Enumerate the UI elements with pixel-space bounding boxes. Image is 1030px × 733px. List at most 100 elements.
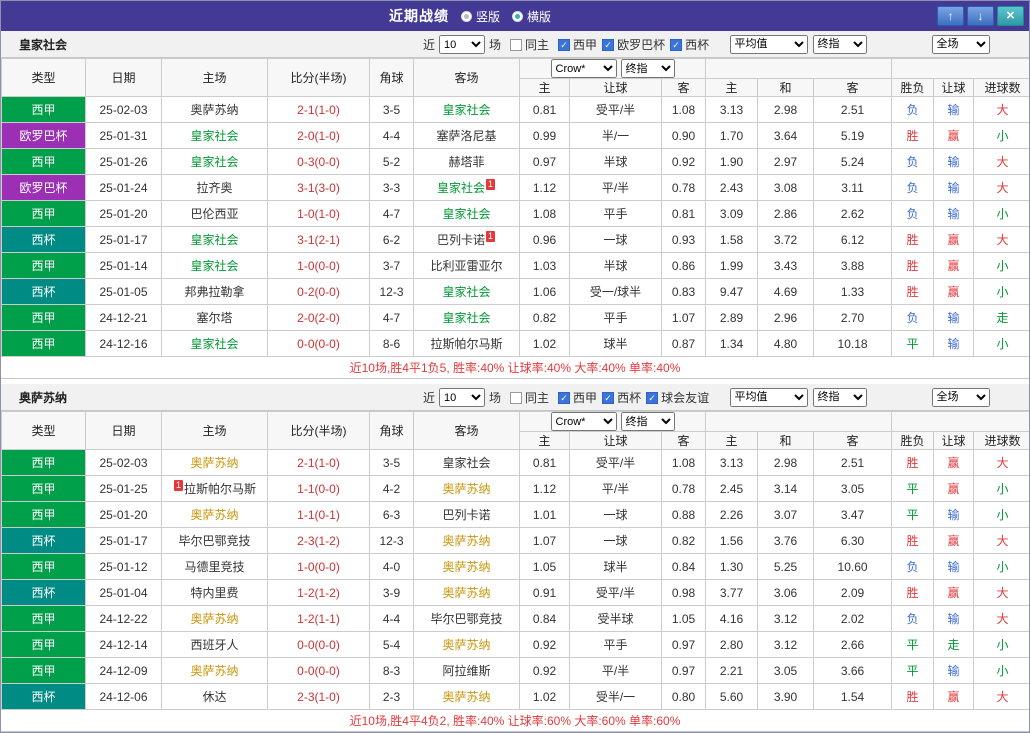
avg-away-cell: 5.24 xyxy=(813,148,893,175)
league-badge: 西甲 xyxy=(1,330,86,357)
score-cell: 3-1(3-0) xyxy=(267,174,370,201)
home-team-cell: 奥萨苏纳 xyxy=(161,605,268,632)
provider-final-select[interactable]: 终指 xyxy=(620,59,675,78)
away-team-cell: 皇家社会 xyxy=(413,96,520,123)
col-type: 类型 xyxy=(1,58,86,97)
home-team-cell: 邦弗拉勒拿 xyxy=(161,278,268,305)
view-option-vertical[interactable]: 竖版 xyxy=(460,8,500,25)
away-team-cell: 塞萨洛尼基 xyxy=(413,122,520,149)
col-date: 日期 xyxy=(85,411,162,450)
league-badge: 西甲 xyxy=(1,475,86,502)
avg-draw-cell: 4.69 xyxy=(757,278,815,305)
home-team-cell: 奥萨苏纳 xyxy=(161,657,268,684)
same-home-filter[interactable]: 同主 xyxy=(510,389,549,406)
league-filter[interactable]: ✓ 西杯 xyxy=(602,389,641,406)
outcome-cell: 胜 xyxy=(891,683,935,710)
view-option-horizontal[interactable]: 横版 xyxy=(512,8,551,25)
date-cell: 24-12-22 xyxy=(85,605,162,632)
checkbox-unchecked-icon xyxy=(510,391,523,404)
date-cell: 25-01-25 xyxy=(85,475,162,502)
league-badge: 西甲 xyxy=(1,657,86,684)
outcome-cell: 平 xyxy=(891,501,935,528)
provider-select[interactable]: Crow* xyxy=(550,412,617,431)
home-team-cell: 毕尔巴鄂竞技 xyxy=(161,527,268,554)
outcome-cell: 胜 xyxy=(891,278,935,305)
team-label: 奥萨苏纳 xyxy=(442,690,491,704)
recent-label: 近 xyxy=(423,391,436,405)
close-button[interactable]: × xyxy=(997,6,1024,26)
odds-home-cell: 1.02 xyxy=(519,330,570,357)
odds-home-cell: 1.03 xyxy=(519,252,570,279)
goals-result-cell: 小 xyxy=(973,252,1029,279)
team-name: 皇家社会 xyxy=(18,37,67,52)
avg-draw-cell: 3.06 xyxy=(757,579,815,606)
avg-home-cell: 1.56 xyxy=(705,527,759,554)
average-final-select[interactable]: 终指 xyxy=(812,34,867,54)
match-count-select[interactable]: 10 xyxy=(439,35,486,54)
odds-away-cell: 0.93 xyxy=(660,226,707,253)
avg-home-cell: 1.99 xyxy=(705,252,759,279)
arrow-up-icon: ↑ xyxy=(947,9,954,23)
odds-home-cell: 1.08 xyxy=(519,200,570,227)
outcome-cell: 负 xyxy=(891,200,935,227)
col-outcome: 胜负 xyxy=(891,431,935,450)
match-row: 西甲 25-02-03 奥萨苏纳 2-1(1-0) 3-5 皇家社会 0.81 受平/半 1.0… xyxy=(1,449,1029,476)
avg-away-cell: 2.70 xyxy=(813,304,893,331)
outcome-cell: 负 xyxy=(891,304,935,331)
league-badge: 西甲 xyxy=(1,631,86,658)
avg-away-cell: 3.11 xyxy=(813,174,893,201)
average-select[interactable]: 平均值 xyxy=(729,34,808,54)
score-cell: 0-0(0-0) xyxy=(267,631,370,658)
avg-draw-cell: 3.90 xyxy=(757,683,815,710)
average-final-select[interactable]: 终指 xyxy=(812,387,867,407)
view-vertical-label: 竖版 xyxy=(475,9,500,24)
score-cell: 2-1(1-0) xyxy=(267,449,370,476)
avg-home-cell: 2.43 xyxy=(705,174,759,201)
match-count-select[interactable]: 10 xyxy=(439,388,486,407)
scope-select[interactable]: 全场 xyxy=(931,387,990,407)
move-up-button[interactable]: ↑ xyxy=(937,6,964,26)
corners-cell: 3-5 xyxy=(369,96,414,123)
matches-table-1: 类型 日期 主场 比分(半场) 角球 客场 Crow* 终指 主 让球 客 主 … xyxy=(1,58,1029,357)
home-team-cell: 皇家社会 xyxy=(161,252,268,279)
league-filter[interactable]: ✓ 欧罗巴杯 xyxy=(602,36,665,53)
provider-select[interactable]: Crow* xyxy=(550,59,617,78)
league-filter-group: ✓ 西甲 ✓ 欧罗巴杯 ✓ 西杯 xyxy=(553,36,709,53)
league-filter[interactable]: ✓ 西甲 xyxy=(558,36,597,53)
odds-away-cell: 1.08 xyxy=(660,96,707,123)
handicap-result-cell: 赢 xyxy=(933,527,975,554)
score-cell: 1-1(0-1) xyxy=(267,501,370,528)
match-row: 西甲 24-12-09 奥萨苏纳 0-0(0-0) 8-3 阿拉维斯 0.92 平/半 0.97… xyxy=(1,657,1029,684)
result-header-spacer xyxy=(891,411,1029,432)
team-label: 奥萨苏纳 xyxy=(442,482,491,496)
league-badge: 西杯 xyxy=(1,579,86,606)
team-label: 奥萨苏纳 xyxy=(442,560,491,574)
avg-header-spacer xyxy=(705,58,893,79)
goals-result-cell: 大 xyxy=(973,148,1029,175)
handicap-result-cell: 赢 xyxy=(933,226,975,253)
col-odds-handicap: 让球 xyxy=(569,431,662,450)
league-filter[interactable]: ✓ 球会友谊 xyxy=(646,389,709,406)
avg-draw-cell: 3.76 xyxy=(757,527,815,554)
league-filter[interactable]: ✓ 西杯 xyxy=(670,36,709,53)
average-select-group: 平均值 终指 xyxy=(705,387,891,407)
corners-cell: 4-4 xyxy=(369,122,414,149)
provider-final-select[interactable]: 终指 xyxy=(620,412,675,431)
avg-home-cell: 5.60 xyxy=(705,683,759,710)
average-select[interactable]: 平均值 xyxy=(729,387,808,407)
home-team-cell: 拉齐奥 xyxy=(161,174,268,201)
same-home-filter[interactable]: 同主 xyxy=(510,36,549,53)
scope-select[interactable]: 全场 xyxy=(931,34,990,54)
move-down-button[interactable]: ↓ xyxy=(967,6,994,26)
avg-draw-cell: 2.96 xyxy=(757,304,815,331)
odds-home-cell: 0.92 xyxy=(519,657,570,684)
league-filter[interactable]: ✓ 西甲 xyxy=(558,389,597,406)
match-filters: 近 10 场 同主 ✓ 西甲 ✓ 欧罗巴杯 ✓ 西杯 xyxy=(423,31,709,58)
team-label: 巴列卡诺 xyxy=(436,233,485,247)
radio-selected-icon xyxy=(512,10,523,22)
score-cell: 1-0(0-0) xyxy=(267,553,370,580)
odds-home-cell: 1.12 xyxy=(519,174,570,201)
team-label: 奥萨苏纳 xyxy=(190,612,239,626)
match-row: 西甲 25-01-14 皇家社会 1-0(0-0) 3-7 比利亚雷亚尔 1.03 半球 0.8… xyxy=(1,252,1029,279)
away-team-cell: 奥萨苏纳 xyxy=(413,631,520,658)
